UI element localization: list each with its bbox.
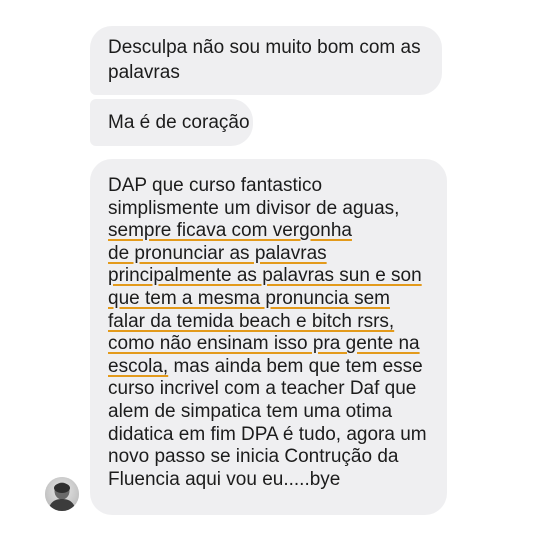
message-bubble-1[interactable]: Desculpa não sou muito bom com as palavr… xyxy=(90,26,442,95)
message-bubble-3[interactable]: DAP que curso fantastico simplismente um… xyxy=(90,159,447,515)
underlined-text: de pronunciar as palavras xyxy=(108,242,327,264)
message-line: principalmente as palavras sun e son xyxy=(108,265,435,288)
message-line: DAP que curso fantastico xyxy=(108,175,323,196)
message-line: curso incrivel com a teacher Daf que xyxy=(108,378,417,400)
message-line: alem de simpatica tem uma otima xyxy=(108,400,393,422)
message-line: simplismente um divisor de aguas, xyxy=(108,197,400,219)
underlined-text: sempre ficava com vergonha xyxy=(108,220,352,242)
underlined-text: escola, xyxy=(108,355,169,377)
message-line: Desculpa não sou muito bom com as xyxy=(108,37,421,58)
message-line: falar da temida beach e bitch rsrs, xyxy=(108,311,435,334)
underlined-text: falar da temida beach e bitch rsrs, xyxy=(108,310,395,332)
underlined-text: principalmente as palavras sun e son xyxy=(108,265,422,287)
message-line: palavras xyxy=(108,62,180,83)
avatar-image xyxy=(45,477,79,511)
underlined-text: que tem a mesma pronuncia sem xyxy=(108,287,390,309)
message-line: novo passo se inicia Contrução da xyxy=(108,446,399,468)
message-bubble-2[interactable]: Ma é de coração xyxy=(90,99,253,146)
message-line: como não ensinam isso pra gente na xyxy=(108,333,435,356)
message-line: Fluencia aqui vou eu.....bye xyxy=(108,468,341,490)
message-line: escola, mas ainda bem que tem esse xyxy=(108,355,423,377)
message-line: sempre ficava com vergonha xyxy=(108,220,435,243)
message-line: de pronunciar as palavras xyxy=(108,243,435,266)
message-text: Ma é de coração xyxy=(108,112,250,133)
person-avatar-icon[interactable] xyxy=(45,477,79,511)
underlined-text: como não ensinam isso pra gente na xyxy=(108,333,420,355)
message-line: didatica em fim DPA é tudo, agora um xyxy=(108,423,427,445)
message-line: que tem a mesma pronuncia sem xyxy=(108,288,435,311)
